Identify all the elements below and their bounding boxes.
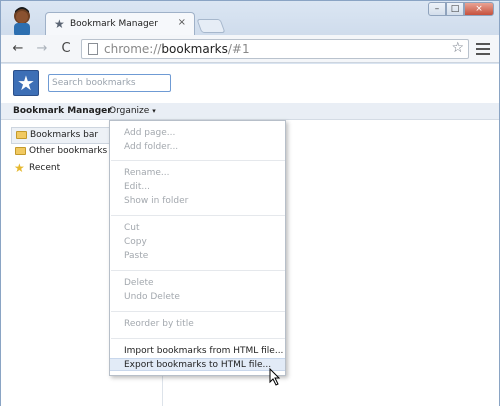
url-text: chrome://bookmarks/#1 [104, 42, 250, 56]
menu-item-add-page[interactable]: Add page... [110, 127, 285, 140]
tab-bookmark-manager[interactable]: ★ Bookmark Manager × [45, 12, 195, 36]
folder-icon [16, 131, 27, 139]
back-button[interactable]: ← [9, 40, 27, 58]
page-icon [88, 43, 98, 55]
close-window-button[interactable]: × [464, 2, 494, 16]
maximize-button[interactable]: □ [446, 2, 464, 16]
tree-item-label: Recent [29, 163, 61, 173]
browser-window: ★ Bookmark Manager × – □ × ← → C chrome:… [0, 0, 500, 406]
forward-button[interactable]: → [33, 40, 51, 58]
star-icon: ★ [14, 161, 25, 175]
menu-item-export[interactable]: Export bookmarks to HTML file... [110, 358, 285, 371]
menu-item-add-folder[interactable]: Add folder... [110, 141, 285, 154]
tab-title: Bookmark Manager [70, 19, 158, 29]
minimize-button[interactable]: – [428, 2, 446, 16]
menu-item-undo-delete[interactable]: Undo Delete [110, 291, 285, 304]
menu-item-copy[interactable]: Copy [110, 236, 285, 249]
chrome-menu-icon[interactable] [475, 41, 491, 57]
menu-item-paste[interactable]: Paste [110, 250, 285, 263]
bookmarks-star-logo-icon: ★ [13, 70, 39, 96]
menu-separator [111, 311, 285, 312]
mouse-cursor-icon [269, 368, 281, 386]
menu-separator [111, 338, 285, 339]
close-tab-icon[interactable]: × [178, 17, 186, 28]
folder-icon [15, 147, 26, 155]
manager-title: Bookmark Manager [13, 106, 112, 116]
menu-item-rename[interactable]: Rename... [110, 167, 285, 180]
organize-menu-button[interactable]: Organize ▾ [109, 106, 156, 116]
caret-down-icon: ▾ [152, 107, 156, 115]
menu-separator [111, 160, 285, 161]
menu-item-import[interactable]: Import bookmarks from HTML file... [110, 345, 285, 358]
browser-toolbar: ← → C chrome://bookmarks/#1 ☆ [1, 35, 499, 63]
menu-item-edit[interactable]: Edit... [110, 181, 285, 194]
tree-item-label: Other bookmarks [29, 146, 108, 156]
title-bar: ★ Bookmark Manager × – □ × [1, 1, 499, 37]
new-tab-button[interactable] [196, 19, 226, 33]
bookmark-star-icon[interactable]: ☆ [451, 40, 464, 56]
manager-header-bar: Bookmark Manager Organize ▾ [1, 103, 499, 120]
address-bar[interactable]: chrome://bookmarks/#1 ☆ [81, 39, 469, 59]
profile-avatar-icon[interactable] [7, 5, 37, 37]
star-icon: ★ [54, 17, 65, 31]
menu-item-delete[interactable]: Delete [110, 277, 285, 290]
menu-item-show-in-folder[interactable]: Show in folder [110, 195, 285, 208]
menu-item-reorder[interactable]: Reorder by title [110, 318, 285, 331]
menu-separator [111, 215, 285, 216]
menu-item-cut[interactable]: Cut [110, 222, 285, 235]
organize-menu: Add page... Add folder... Rename... Edit… [109, 120, 286, 376]
tree-item-label: Bookmarks bar [30, 130, 99, 140]
reload-button[interactable]: C [57, 40, 75, 58]
search-input[interactable] [48, 74, 171, 92]
menu-separator [111, 270, 285, 271]
